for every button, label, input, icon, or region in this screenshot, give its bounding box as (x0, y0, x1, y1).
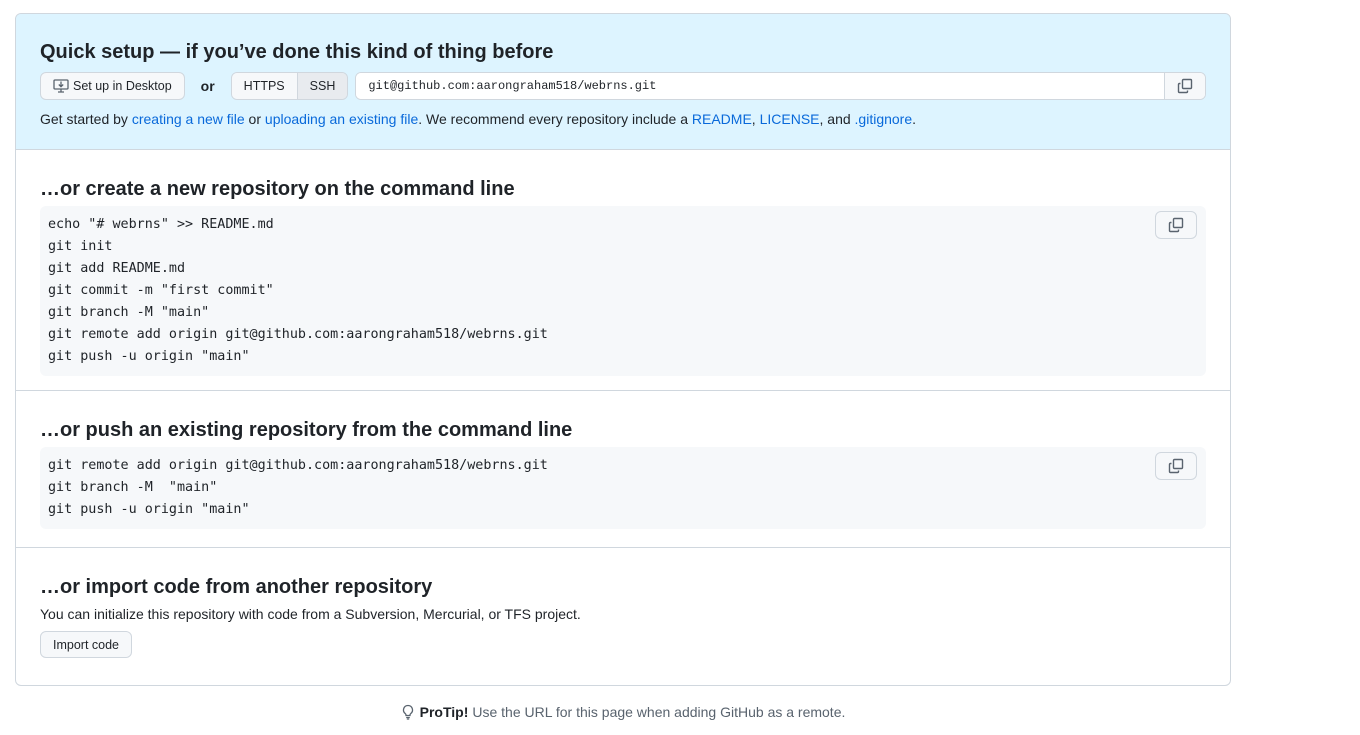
copy-icon (1168, 217, 1184, 233)
setup-desktop-label: Set up in Desktop (73, 79, 172, 93)
import-section: …or import code from another repository … (16, 547, 1230, 658)
copy-create-code-button[interactable] (1155, 211, 1197, 239)
protip: ProTip! Use the URL for this page when a… (0, 704, 1245, 720)
create-file-link[interactable]: creating a new file (132, 111, 245, 127)
help-text: . We recommend every repository include … (418, 111, 692, 127)
protip-label: ProTip! (419, 704, 469, 720)
clone-url-input[interactable] (356, 73, 1164, 99)
help-text: . (912, 111, 917, 127)
gitignore-link[interactable]: .gitignore (855, 111, 913, 127)
upload-file-link[interactable]: uploading an existing file (265, 111, 418, 127)
license-link[interactable]: LICENSE (760, 111, 820, 127)
quick-setup-section: Quick setup — if you’ve done this kind o… (16, 14, 1230, 150)
copy-icon (1168, 458, 1184, 474)
import-code-button[interactable]: Import code (40, 631, 133, 658)
readme-link[interactable]: README (692, 111, 752, 127)
push-repo-title: …or push an existing repository from the… (40, 419, 573, 441)
help-text: , and (819, 111, 855, 127)
create-repo-title: …or create a new repository on the comma… (40, 178, 515, 200)
desktop-download-icon (53, 78, 69, 94)
copy-icon (1177, 78, 1193, 94)
quick-setup-panel: Quick setup — if you’ve done this kind o… (15, 13, 1231, 686)
copy-url-button[interactable] (1164, 73, 1205, 99)
code-text: echo "# webrns" >> README.md git init gi… (48, 217, 548, 364)
import-description: You can initialize this repository with … (40, 606, 581, 622)
setup-desktop-button[interactable]: Set up in Desktop (40, 72, 185, 100)
protip-text: Use the URL for this page when adding Gi… (472, 704, 846, 720)
copy-push-code-button[interactable] (1155, 452, 1197, 480)
quick-setup-title: Quick setup — if you’ve done this kind o… (40, 41, 554, 63)
ssh-tab[interactable]: SSH (296, 73, 348, 99)
help-text: Get started by (40, 111, 132, 127)
create-repo-code: echo "# webrns" >> README.md git init gi… (40, 206, 1206, 376)
protocol-toggle: HTTPS SSH (230, 72, 349, 100)
help-text: or (244, 111, 265, 127)
push-repo-code: git remote add origin git@github.com:aar… (40, 447, 1206, 529)
https-tab[interactable]: HTTPS (231, 73, 297, 99)
push-repo-section: …or push an existing repository from the… (16, 390, 1230, 547)
lightbulb-icon (400, 704, 416, 720)
import-title: …or import code from another repository (40, 576, 433, 598)
code-text: git remote add origin git@github.com:aar… (48, 458, 548, 517)
or-label: or (200, 78, 215, 94)
getting-started-text: Get started by creating a new file or up… (40, 109, 1206, 129)
clone-url-field (355, 72, 1206, 100)
help-text: , (751, 111, 760, 127)
create-repo-section: …or create a new repository on the comma… (16, 149, 1230, 390)
